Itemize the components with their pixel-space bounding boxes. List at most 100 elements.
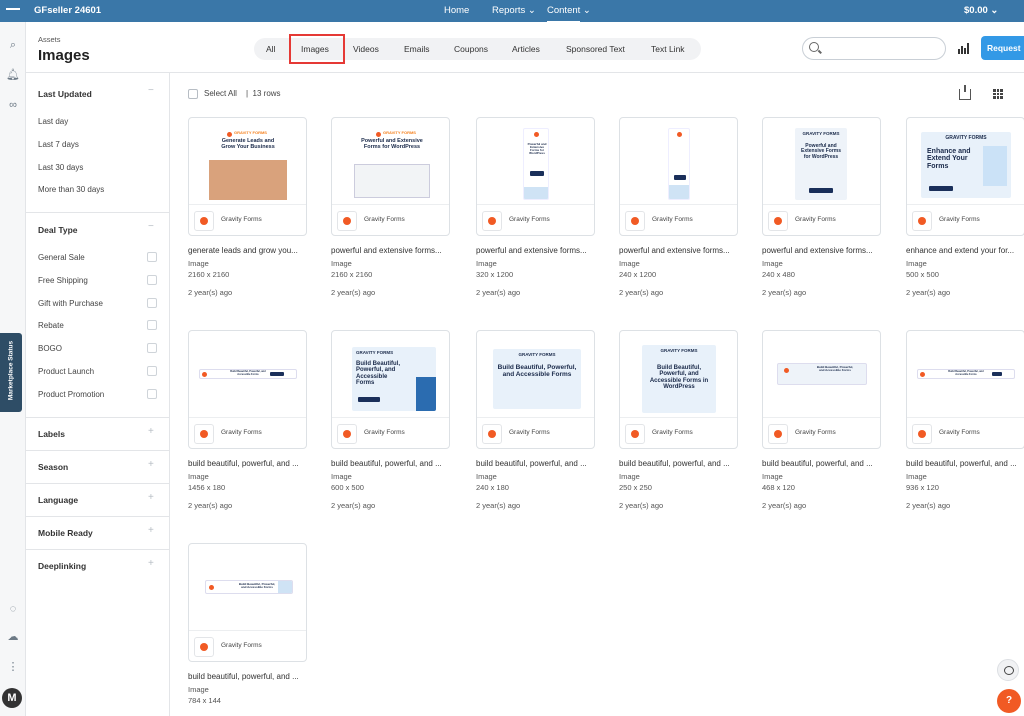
- account-name[interactable]: GFseller 24601: [34, 5, 101, 16]
- asset-card[interactable]: Build Beautiful, Powerful, and Accessibl…: [188, 330, 307, 449]
- asset-name[interactable]: build beautiful, powerful, and ...: [188, 672, 313, 681]
- search-input[interactable]: [802, 37, 946, 60]
- avatar[interactable]: M: [2, 688, 22, 708]
- link-icon[interactable]: ∞: [6, 98, 20, 112]
- asset-name[interactable]: powerful and extensive forms...: [619, 246, 744, 255]
- tab-coupons[interactable]: Coupons: [454, 44, 488, 54]
- filter-labels-title[interactable]: Labels: [38, 429, 65, 439]
- cloud-icon[interactable]: ☁︎: [6, 630, 20, 644]
- asset-dimensions: 240 x 180: [476, 483, 509, 492]
- checkbox[interactable]: [147, 343, 157, 353]
- tab-videos[interactable]: Videos: [353, 44, 379, 54]
- nav-content[interactable]: Content ⌄: [547, 5, 591, 23]
- checkbox[interactable]: [147, 252, 157, 262]
- checkbox[interactable]: [147, 366, 157, 376]
- asset-name[interactable]: enhance and extend your for...: [906, 246, 1024, 255]
- asset-preview-image: Build Beautiful, Powerful, and Accessibl…: [771, 339, 872, 413]
- asset-age: 2 year(s) ago: [331, 288, 376, 297]
- filter-deal-type-title[interactable]: Deal Type: [38, 225, 78, 235]
- chevron-down-icon: ⌄: [582, 5, 591, 16]
- filter-language-title[interactable]: Language: [38, 495, 78, 505]
- marketplace-status-tab[interactable]: Marketplace Status: [0, 333, 22, 412]
- asset-card[interactable]: Build Beautiful, Powerful, and Accessibl…: [188, 543, 307, 662]
- checkbox[interactable]: [147, 275, 157, 285]
- expand-icon[interactable]: +: [148, 558, 154, 569]
- checkbox[interactable]: [147, 389, 157, 399]
- asset-name[interactable]: build beautiful, powerful, and ...: [476, 459, 601, 468]
- more-vertical-icon[interactable]: ⋮: [6, 660, 20, 674]
- filter-season-title[interactable]: Season: [38, 462, 68, 472]
- page-title: Images: [38, 47, 90, 64]
- expand-icon[interactable]: +: [148, 426, 154, 437]
- seller-logo: [482, 211, 502, 231]
- filter-option[interactable]: Last 7 days: [38, 140, 79, 149]
- asset-card[interactable]: GRAVITY FORMS Build Beautiful, Powerful, …: [619, 330, 738, 449]
- filter-option: Gift with Purchase: [38, 299, 103, 308]
- asset-name[interactable]: build beautiful, powerful, and ...: [906, 459, 1024, 468]
- breadcrumb[interactable]: Assets: [38, 35, 61, 44]
- tab-sponsored-text[interactable]: Sponsored Text: [566, 44, 625, 54]
- asset-age: 2 year(s) ago: [619, 288, 664, 297]
- filter-mobile-ready-title[interactable]: Mobile Ready: [38, 528, 93, 538]
- asset-name[interactable]: powerful and extensive forms...: [476, 246, 601, 255]
- tab-articles[interactable]: Articles: [512, 44, 540, 54]
- collapse-icon[interactable]: −: [148, 85, 154, 96]
- asset-name[interactable]: build beautiful, powerful, and ...: [619, 459, 744, 468]
- download-icon[interactable]: [959, 85, 971, 100]
- collapse-icon[interactable]: −: [148, 221, 154, 232]
- asset-age: 2 year(s) ago: [188, 288, 233, 297]
- card-footer: Gravity Forms: [763, 417, 880, 448]
- asset-card[interactable]: GRAVITY FORMS Build Beautiful, Powerful, …: [331, 330, 450, 449]
- asset-card[interactable]: Gravity Forms: [619, 117, 738, 236]
- asset-card[interactable]: Build Beautiful, Powerful, and Accessibl…: [906, 330, 1024, 449]
- filter-deeplinking-title[interactable]: Deeplinking: [38, 561, 86, 571]
- bell-icon[interactable]: 🔔︎: [6, 68, 20, 82]
- asset-card[interactable]: Build Beautiful, Powerful, and Accessibl…: [762, 330, 881, 449]
- asset-card[interactable]: GRAVITY FORMS Generate Leads and Grow You…: [188, 117, 307, 236]
- nav-content-label: Content: [547, 5, 581, 23]
- expand-icon[interactable]: +: [148, 525, 154, 536]
- seller-name: Gravity Forms: [509, 216, 550, 223]
- seller-logo: [912, 211, 932, 231]
- asset-age: 2 year(s) ago: [476, 501, 521, 510]
- filter-option[interactable]: Last day: [38, 117, 68, 126]
- chat-icon[interactable]: [997, 659, 1019, 681]
- tab-all[interactable]: All: [266, 44, 275, 54]
- checkbox[interactable]: [147, 298, 157, 308]
- asset-name[interactable]: powerful and extensive forms...: [331, 246, 456, 255]
- nav-home[interactable]: Home: [444, 5, 469, 16]
- bar-chart-icon[interactable]: [958, 43, 970, 54]
- select-all-label[interactable]: Select All: [204, 89, 237, 98]
- asset-card[interactable]: GRAVITY FORMS Build Beautiful, Powerful, …: [476, 330, 595, 449]
- asset-name[interactable]: build beautiful, powerful, and ...: [331, 459, 456, 468]
- select-all-checkbox[interactable]: [188, 89, 198, 99]
- seller-logo: [337, 211, 357, 231]
- filter-option[interactable]: Last 30 days: [38, 163, 83, 172]
- asset-name[interactable]: generate leads and grow you...: [188, 246, 313, 255]
- asset-card[interactable]: GRAVITY FORMS Powerful and Extensive Form…: [331, 117, 450, 236]
- balance[interactable]: $0.00 ⌄: [964, 5, 998, 16]
- expand-icon[interactable]: +: [148, 492, 154, 503]
- checkbox[interactable]: [147, 320, 157, 330]
- asset-name[interactable]: powerful and extensive forms...: [762, 246, 887, 255]
- asset-card[interactable]: GRAVITY FORMS Enhance and Extend Your For…: [906, 117, 1024, 236]
- tab-text-link[interactable]: Text Link: [651, 44, 685, 54]
- card-footer: Gravity Forms: [189, 630, 306, 661]
- search-icon[interactable]: ⌕: [6, 38, 20, 52]
- asset-name[interactable]: build beautiful, powerful, and ...: [188, 459, 313, 468]
- tab-emails[interactable]: Emails: [404, 44, 430, 54]
- filter-last-updated-title[interactable]: Last Updated: [38, 89, 92, 99]
- asset-name[interactable]: build beautiful, powerful, and ...: [762, 459, 887, 468]
- request-button[interactable]: Request: [981, 36, 1024, 60]
- menu-icon[interactable]: [6, 8, 20, 10]
- help-icon[interactable]: ?: [997, 689, 1021, 713]
- filter-option[interactable]: More than 30 days: [38, 185, 104, 194]
- seller-name: Gravity Forms: [652, 216, 693, 223]
- chat-icon[interactable]: ◌: [6, 602, 20, 616]
- asset-card[interactable]: Powerful and Extensive Forms for WordPre…: [476, 117, 595, 236]
- nav-reports[interactable]: Reports ⌄: [492, 5, 536, 16]
- asset-card[interactable]: GRAVITY FORMS Powerful and Extensive Form…: [762, 117, 881, 236]
- expand-icon[interactable]: +: [148, 459, 154, 470]
- card-footer: Gravity Forms: [477, 204, 594, 235]
- grid-view-icon[interactable]: [993, 89, 1003, 99]
